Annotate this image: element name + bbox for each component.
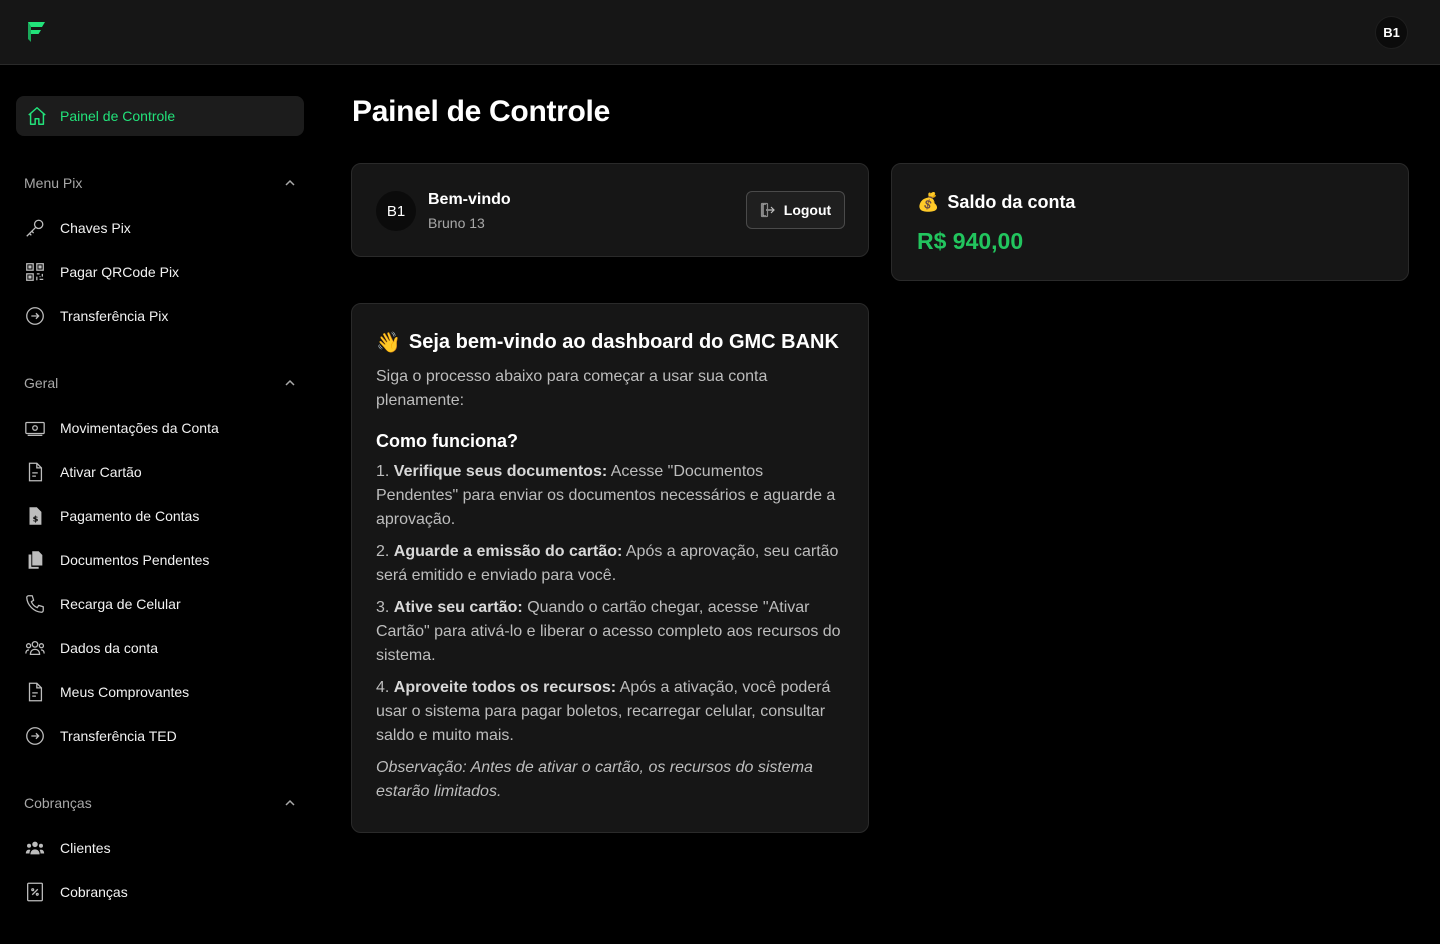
sidebar-item-movimentacoes-da-conta[interactable]: Movimentações da Conta [24,413,304,443]
sidebar-item-transferencia-ted[interactable]: Transferência TED [24,721,304,751]
sidebar-item-label: Pagamento de Contas [60,508,200,524]
user-name: Bruno 13 [428,215,485,231]
balance-card: 💰 Saldo da conta R$ 940,00 [891,163,1409,281]
sidebar-item-pagar-qrcode-pix[interactable]: Pagar QRCode Pix [24,257,304,287]
sidebar-item-label: Dados da conta [60,640,159,656]
documents-icon [28,551,43,569]
sidebar-item-dados-da-conta[interactable]: Dados da conta [24,633,304,663]
sidebar-item-label: Transferência TED [60,728,177,744]
users-icon [25,640,45,656]
percent-receipt-icon [27,882,43,902]
group-title: Geral [24,375,59,391]
money-bag-icon: 💰 [917,192,940,212]
sidebar-item-label: Clientes [60,840,111,856]
onboarding-heading: 👋 Seja bem-vindo ao dashboard do GMC BAN… [376,330,848,355]
sidebar-item-recarga-de-celular[interactable]: Recarga de Celular [24,589,304,619]
group-title: Cobranças [24,795,92,811]
bill-icon: $ [29,507,42,525]
logout-label: Logout [783,202,832,218]
sidebar: Painel de Controle Menu Pix Chaves Pix P… [0,65,320,944]
balance-title-text: Saldo da conta [947,192,1076,212]
home-icon [28,107,46,125]
sidebar-item-clientes[interactable]: Clientes [24,833,304,863]
welcome-card: B1 Bem-vindo Bruno 13 Logout [351,163,869,257]
group-geral-header[interactable]: Geral [24,373,296,393]
chevron-up-icon [285,379,295,386]
sidebar-item-chaves-pix[interactable]: Chaves Pix [24,213,304,243]
step-item: 1. Verifique seus documentos: Acesse "Do… [376,463,836,528]
balance-value: R$ 940,00 [917,228,1024,254]
welcome-label: Bem-vindo [428,191,511,208]
sidebar-item-label: Documentos Pendentes [60,552,210,568]
arrow-circle-icon [26,307,44,325]
onboarding-note: Observação: Antes de ativar o cartão, os… [376,759,813,800]
document-icon [28,462,43,482]
phone-icon [26,595,44,613]
sidebar-item-label: Ativar Cartão [60,464,142,480]
banknote-icon [25,421,45,436]
svg-text:$: $ [33,514,39,524]
group-cobrancas-header[interactable]: Cobranças [24,793,296,813]
onboarding-card: 👋 Seja bem-vindo ao dashboard do GMC BAN… [351,303,869,833]
receipt-icon [28,682,43,702]
sidebar-item-label: Transferência Pix [60,308,169,324]
qrcode-icon [26,263,44,281]
sidebar-item-label: Pagar QRCode Pix [60,264,180,280]
people-icon [25,841,45,855]
logout-icon [760,202,775,218]
chevron-up-icon [285,799,295,806]
sidebar-item-label: Movimentações da Conta [60,420,219,436]
sidebar-item-label: Cobranças [60,884,128,900]
logout-button[interactable]: Logout [746,191,845,229]
logo-icon[interactable] [24,19,48,45]
avatar: B1 [376,191,416,231]
sidebar-item-label: Chaves Pix [60,220,131,236]
sidebar-item-cobrancas[interactable]: Cobranças [24,877,304,907]
sidebar-item-meus-comprovantes[interactable]: Meus Comprovantes [24,677,304,707]
sidebar-item-label: Painel de Controle [60,108,176,124]
sidebar-item-documentos-pendentes[interactable]: Documentos Pendentes [24,545,304,575]
group-menu-pix-header[interactable]: Menu Pix [24,173,296,193]
waving-hand-icon: 👋 [376,332,401,354]
key-icon [26,219,44,237]
sidebar-item-pagamento-de-contas[interactable]: $ Pagamento de Contas [24,501,304,531]
how-it-works-title: Como funciona? [376,431,518,451]
sidebar-item-transferencia-pix[interactable]: Transferência Pix [24,301,304,331]
sidebar-item-label: Recarga de Celular [60,596,181,612]
balance-title: 💰 Saldo da conta [917,192,1075,213]
step-item: 3. Ative seu cartão: Quando o cartão che… [376,599,841,664]
step-item: 2. Aguarde a emissão do cartão: Após a a… [376,543,839,584]
user-avatar[interactable]: B1 [1375,16,1408,49]
onboarding-subtitle: Siga o processo abaixo para começar a us… [376,368,768,409]
onboarding-heading-text: Seja bem-vindo ao dashboard do GMC BANK [408,331,839,353]
top-bar: B1 [0,0,1440,65]
step-item: 4. Aproveite todos os recursos: Após a a… [376,679,831,744]
chevron-up-icon [285,179,295,186]
sidebar-item-painel-de-controle[interactable]: Painel de Controle [16,96,304,136]
sidebar-item-ativar-cartao[interactable]: Ativar Cartão [24,457,304,487]
page-title: Painel de Controle [352,95,610,128]
arrow-circle-icon [26,727,44,745]
group-title: Menu Pix [24,175,83,191]
sidebar-item-label: Meus Comprovantes [60,684,190,700]
